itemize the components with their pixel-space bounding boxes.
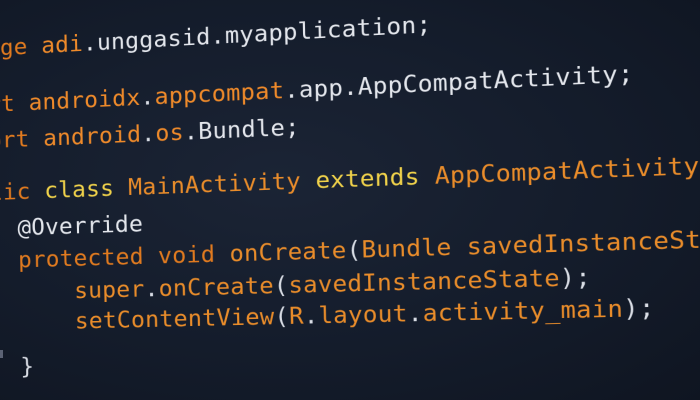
code-line-import-bundle: ort android.os.Bundle; <box>0 112 300 156</box>
code-editor-viewport: age adi.unggasid.myapplication; rt andro… <box>0 0 700 400</box>
code-token: MainActivity <box>128 167 316 201</box>
code-token: ( <box>273 272 288 299</box>
code-line-override-annotation: @Override <box>0 209 143 244</box>
code-line-package: age adi.unggasid.myapplication; <box>0 9 432 64</box>
code-token: . <box>144 276 159 303</box>
code-token: layout <box>318 300 408 329</box>
code-token: .Bundle; <box>184 114 300 146</box>
code-block: age adi.unggasid.myapplication; rt andro… <box>0 31 47 320</box>
code-token: class <box>44 175 128 204</box>
code-token: . <box>303 302 318 329</box>
code-token: . <box>407 300 423 328</box>
code-token: ort <box>0 126 43 155</box>
code-token: ); <box>559 264 591 293</box>
code-token: Bundle <box>361 233 467 263</box>
code-token: . <box>140 84 155 111</box>
code-token: age <box>0 33 42 62</box>
code-token: rt <box>0 90 29 118</box>
code-token: extends <box>315 163 435 195</box>
code-token: activity_main <box>422 295 623 327</box>
code-token: .unggasid.myapplication; <box>83 11 432 57</box>
code-token: protected <box>0 243 158 274</box>
code-token: savedInstanceState <box>466 225 700 261</box>
code-token: androidx <box>28 84 140 116</box>
code-token: .app.AppCompatActivity; <box>284 60 634 104</box>
code-token: onCreate <box>158 272 274 302</box>
code-token: savedInstanceState <box>288 265 560 299</box>
code-token: adi <box>41 31 83 60</box>
code-token: ( <box>346 237 361 265</box>
code-token: ); <box>623 294 655 323</box>
code-token: os <box>155 119 184 147</box>
code-token: setContentView <box>0 304 275 337</box>
code-token: . <box>141 121 156 148</box>
code-line-import-appcompat: rt androidx.appcompat.app.AppCompatActiv… <box>0 58 634 120</box>
code-line-closing-brace: } <box>0 352 34 383</box>
code-token: android <box>43 121 141 152</box>
code-token: void <box>158 241 230 270</box>
code-token: ( <box>274 303 289 330</box>
code-token: R <box>289 303 304 330</box>
code-token: } <box>0 354 34 381</box>
code-token: super <box>0 276 145 306</box>
code-line-class-declaration: lic class MainActivity extends AppCompat… <box>0 149 700 208</box>
left-edge-brace-fragment <box>0 350 3 358</box>
code-token: lic <box>0 178 45 206</box>
code-token: @Override <box>0 211 143 242</box>
code-token: onCreate <box>229 237 347 267</box>
code-token: appcompat <box>154 77 284 110</box>
code-token: AppCompatActivity <box>435 152 700 190</box>
